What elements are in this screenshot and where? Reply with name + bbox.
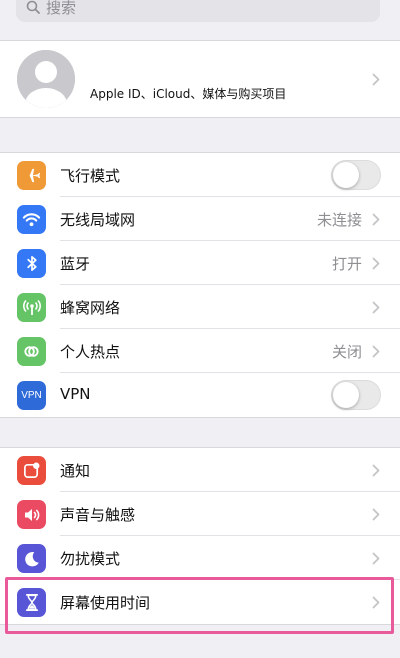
apple-id-label: Apple ID、iCloud、媒体与购买项目 xyxy=(90,87,287,101)
settings-row-wifi[interactable]: 无线局域网 未连接 xyxy=(0,197,400,241)
airplane-icon xyxy=(17,161,46,190)
chevron-right-icon xyxy=(372,345,380,358)
toggle-knob xyxy=(333,162,359,188)
chevron-right-icon xyxy=(372,213,380,226)
bluetooth-icon xyxy=(17,249,46,278)
wifi-icon xyxy=(17,205,46,234)
chevron-right-icon xyxy=(372,596,380,609)
vpn-icon-text: VPN xyxy=(21,390,42,401)
toggle-switch-vpn[interactable] xyxy=(331,380,381,410)
settings-row-airplane[interactable]: 飞行模式 xyxy=(0,153,400,197)
speaker-icon xyxy=(17,500,46,529)
settings-row-label: 飞行模式 xyxy=(60,167,121,185)
moon-icon xyxy=(17,544,46,573)
settings-row-label: 蜂窝网络 xyxy=(60,299,121,317)
chevron-right-icon xyxy=(372,301,380,314)
settings-row-notifications[interactable]: 通知 xyxy=(0,448,400,492)
chevron-right-icon xyxy=(372,464,380,477)
settings-row-label: 蓝牙 xyxy=(60,255,91,273)
search-area: 搜索 xyxy=(0,0,400,40)
settings-row-vpn[interactable]: VPN VPN xyxy=(0,373,400,417)
settings-row-value: 关闭 xyxy=(331,343,362,361)
search-input[interactable]: 搜索 xyxy=(16,0,380,22)
settings-row-label: 声音与触感 xyxy=(60,506,136,524)
hourglass-icon xyxy=(17,588,46,617)
settings-row-dnd[interactable]: 勿扰模式 xyxy=(0,536,400,580)
chevron-right-icon xyxy=(372,508,380,521)
chevron-right-icon xyxy=(372,73,380,86)
toggle-switch-airplane[interactable] xyxy=(331,160,381,190)
settings-row-bluetooth[interactable]: 蓝牙 打开 xyxy=(0,241,400,285)
chevron-right-icon xyxy=(372,257,380,270)
connectivity-group: 飞行模式无线局域网 未连接蓝牙 打开蜂窝网络个人热点 关闭 VPN VPN xyxy=(0,152,400,418)
settings-row-sounds[interactable]: 声音与触感 xyxy=(0,492,400,536)
settings-row-label: 勿扰模式 xyxy=(60,550,121,568)
apple-id-row[interactable]: Apple ID、iCloud、媒体与购买项目 xyxy=(0,40,400,118)
notifications-group: 通知声音与触感勿扰模式屏幕使用时间 xyxy=(0,447,400,625)
notifications-icon xyxy=(17,456,46,485)
settings-row-label: 通知 xyxy=(60,462,91,480)
cellular-icon xyxy=(17,293,46,322)
settings-row-screen-time[interactable]: 屏幕使用时间 xyxy=(0,580,400,624)
settings-row-label: 屏幕使用时间 xyxy=(60,594,151,612)
settings-row-value: 未连接 xyxy=(316,211,362,229)
toggle-knob xyxy=(333,382,359,408)
settings-row-label: VPN xyxy=(60,385,91,403)
settings-row-label: 个人热点 xyxy=(60,343,121,361)
chevron-right-icon xyxy=(372,552,380,565)
vpn-icon: VPN xyxy=(17,381,46,410)
settings-row-hotspot[interactable]: 个人热点 关闭 xyxy=(0,329,400,373)
avatar xyxy=(17,50,75,108)
settings-row-cellular[interactable]: 蜂窝网络 xyxy=(0,285,400,329)
settings-row-label: 无线局域网 xyxy=(60,211,136,229)
hotspot-icon xyxy=(17,337,46,366)
search-placeholder: 搜索 xyxy=(46,0,77,17)
settings-row-value: 打开 xyxy=(331,255,362,273)
search-icon xyxy=(26,0,40,14)
